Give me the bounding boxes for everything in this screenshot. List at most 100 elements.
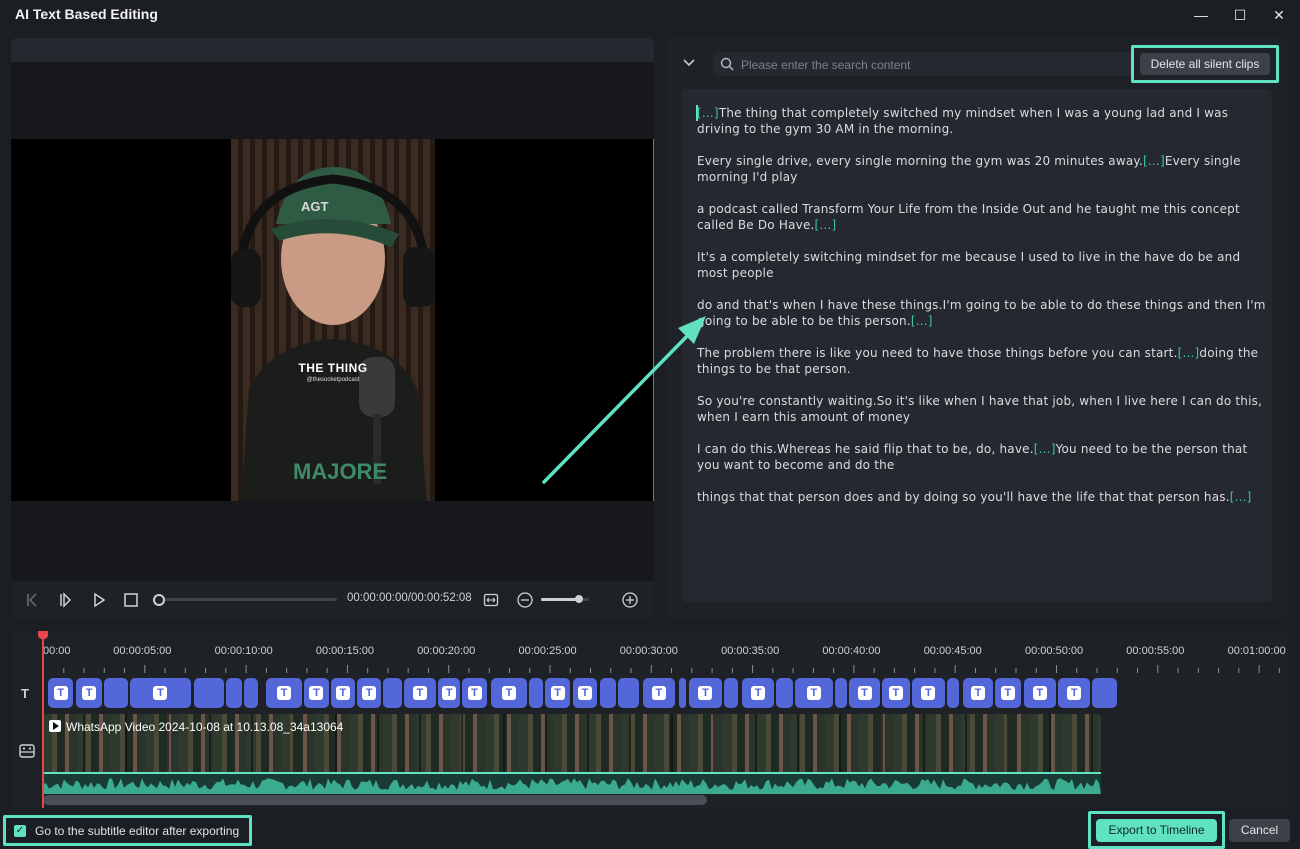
- export-to-timeline-button[interactable]: Export to Timeline: [1096, 819, 1217, 842]
- subtitle-clip[interactable]: T: [545, 678, 570, 708]
- title-bar: AI Text Based Editing — ☐ ✕: [0, 0, 1300, 30]
- subtitle-clip[interactable]: T: [881, 678, 911, 708]
- timecode-display: 00:00:00:00/00:00:52:08: [347, 592, 472, 604]
- transcript-paragraph[interactable]: things that that person does and by doin…: [697, 489, 1267, 505]
- subtitle-clip[interactable]: T: [1058, 678, 1091, 708]
- search-input[interactable]: [739, 54, 1133, 76]
- transcript-paragraph[interactable]: I can do this.Whereas he said flip that …: [697, 441, 1267, 473]
- subtitle-clip[interactable]: [835, 678, 848, 708]
- subtitle-clip[interactable]: T: [849, 678, 880, 708]
- subtitle-clip-icon: T: [53, 686, 68, 700]
- subtitle-clip[interactable]: T: [76, 678, 102, 708]
- subtitle-clip[interactable]: T: [48, 678, 74, 708]
- next-frame-icon[interactable]: [59, 592, 75, 608]
- time-ruler[interactable]: 00:00 00:00:05:00 00:00:10:00 00:00:15:00 00…: [43, 631, 1288, 675]
- subtitle-clip[interactable]: T: [741, 678, 775, 708]
- ruler-time-label: 00:00:25:00: [518, 645, 577, 657]
- silent-clip-marker[interactable]: [...]: [1178, 346, 1200, 360]
- subtitle-clip[interactable]: [103, 678, 129, 708]
- subtitle-clip[interactable]: T: [689, 678, 722, 708]
- subtitle-clip[interactable]: T: [265, 678, 303, 708]
- subtitle-clip[interactable]: [618, 678, 639, 708]
- transcript-paragraph[interactable]: Every single drive, every single morning…: [697, 153, 1267, 185]
- silent-clip-marker[interactable]: [...]: [697, 106, 719, 120]
- delete-silent-clips-highlight: Delete all silent clips: [1131, 45, 1279, 83]
- subtitle-clip[interactable]: T: [330, 678, 355, 708]
- transcript-paragraph[interactable]: a podcast called Transform Your Life fro…: [697, 201, 1267, 233]
- transcript-paragraph[interactable]: So you're constantly waiting.So it's lik…: [697, 393, 1267, 425]
- playhead-handle[interactable]: [38, 631, 48, 639]
- subtitle-clip[interactable]: [600, 678, 617, 708]
- transcript-paragraph[interactable]: [...]The thing that completely switched …: [697, 105, 1267, 137]
- subtitle-clip[interactable]: [946, 678, 959, 708]
- zoom-out-icon[interactable]: [516, 591, 534, 609]
- transcript-paragraph[interactable]: The problem there is like you need to ha…: [697, 345, 1267, 377]
- video-canvas[interactable]: AGT MAJORE THE THING @thesocketpodcast: [11, 139, 654, 501]
- zoom-slider[interactable]: [541, 595, 589, 603]
- zoom-slider-handle[interactable]: [575, 595, 584, 603]
- ruler-time-label: 00:00:35:00: [721, 645, 780, 657]
- subtitle-editor-checkbox-label[interactable]: Go to the subtitle editor after exportin…: [35, 824, 239, 838]
- playback-scrubber[interactable]: [153, 594, 337, 606]
- chevron-down-icon[interactable]: [682, 56, 696, 70]
- subtitle-clip[interactable]: T: [572, 678, 598, 708]
- subtitle-clip[interactable]: [776, 678, 793, 708]
- cancel-button[interactable]: Cancel: [1229, 819, 1290, 842]
- subtitle-clip[interactable]: T: [1023, 678, 1056, 708]
- previous-frame-icon[interactable]: [25, 592, 41, 608]
- subtitle-clip[interactable]: T: [304, 678, 329, 708]
- ruler-time-label: 00:00:50:00: [1025, 645, 1084, 657]
- subtitle-clip[interactable]: T: [462, 678, 487, 708]
- subtitle-clip-icon: T: [1032, 686, 1047, 700]
- subtitle-editor-option-highlight: ✓ Go to the subtitle editor after export…: [3, 815, 252, 846]
- zoom-in-icon[interactable]: [621, 591, 639, 609]
- subtitle-clip[interactable]: T: [438, 678, 461, 708]
- delete-silent-clips-button[interactable]: Delete all silent clips: [1140, 53, 1270, 75]
- video-clip-name: WhatsApp Video 2024-10-08 at 10.13.08_34…: [66, 720, 344, 734]
- video-clip-label: WhatsApp Video 2024-10-08 at 10.13.08_34…: [49, 720, 343, 734]
- video-clip[interactable]: WhatsApp Video 2024-10-08 at 10.13.08_34…: [43, 714, 1101, 772]
- subtitle-clip-icon: T: [857, 686, 872, 700]
- timeline-horizontal-scrollbar[interactable]: [43, 795, 707, 805]
- scrubber-handle[interactable]: [153, 594, 165, 606]
- subtitle-clip[interactable]: T: [912, 678, 945, 708]
- silent-clip-marker[interactable]: [...]: [1034, 442, 1056, 456]
- subtitle-clip[interactable]: T: [490, 678, 528, 708]
- fit-screen-icon[interactable]: [483, 592, 499, 608]
- playhead[interactable]: [42, 631, 44, 808]
- maximize-icon[interactable]: ☐: [1229, 4, 1251, 26]
- video-caption-text: THE THING: [298, 361, 368, 375]
- transcript-sentence: It's a completely switching mindset for …: [697, 250, 1241, 280]
- subtitle-clip[interactable]: [226, 678, 242, 708]
- subtitle-clip[interactable]: T: [642, 678, 676, 708]
- transcript-text-area[interactable]: [...]The thing that completely switched …: [682, 89, 1272, 602]
- subtitle-clip[interactable]: [723, 678, 738, 708]
- subtitle-clip[interactable]: T: [130, 678, 191, 708]
- subtitle-clip[interactable]: T: [962, 678, 994, 708]
- subtitle-clip[interactable]: T: [995, 678, 1021, 708]
- stop-icon[interactable]: [123, 592, 139, 608]
- silent-clip-marker[interactable]: [...]: [1230, 490, 1252, 504]
- video-track-icon: [19, 744, 35, 758]
- audio-waveform[interactable]: [43, 772, 1101, 794]
- subtitle-clip[interactable]: [193, 678, 225, 708]
- subtitle-clip[interactable]: [243, 678, 258, 708]
- subtitle-clip[interactable]: T: [403, 678, 437, 708]
- subtitle-clip[interactable]: [679, 678, 687, 708]
- silent-clip-marker[interactable]: [...]: [911, 314, 933, 328]
- subtitle-clip[interactable]: [529, 678, 544, 708]
- close-icon[interactable]: ✕: [1268, 4, 1290, 26]
- subtitle-clip[interactable]: [383, 678, 402, 708]
- minimize-icon[interactable]: —: [1190, 4, 1212, 26]
- ruler-time-label: 00:00:40:00: [822, 645, 881, 657]
- silent-clip-marker[interactable]: [...]: [1143, 154, 1165, 168]
- subtitle-clip[interactable]: [1092, 678, 1117, 708]
- subtitle-editor-checkbox[interactable]: ✓: [14, 825, 26, 837]
- transcript-paragraph[interactable]: do and that's when I have these things.I…: [697, 297, 1267, 329]
- silent-clip-marker[interactable]: [...]: [815, 218, 837, 232]
- play-icon[interactable]: [91, 592, 107, 608]
- subtitle-clip[interactable]: T: [794, 678, 834, 708]
- video-file-icon: [49, 720, 61, 732]
- subtitle-clip[interactable]: T: [357, 678, 382, 708]
- transcript-paragraph[interactable]: It's a completely switching mindset for …: [697, 249, 1267, 281]
